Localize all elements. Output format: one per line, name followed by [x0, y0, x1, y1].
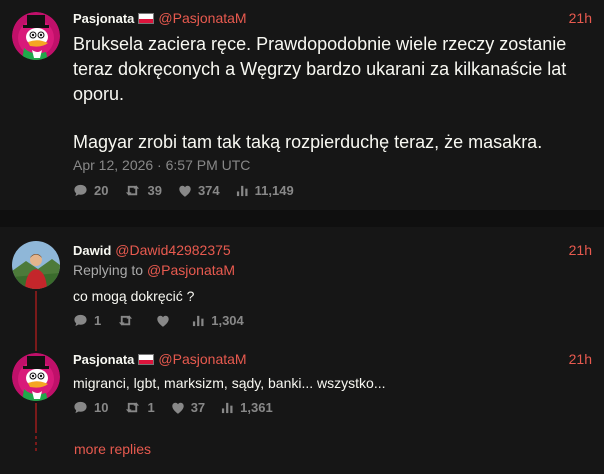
- tweet-text-line: oporu.: [73, 84, 125, 104]
- thread-line: [35, 341, 37, 351]
- views-icon: [192, 314, 205, 327]
- tweet-content: co mogą dokręcić ?: [73, 288, 195, 304]
- tweet-content: Bruksela zaciera ręce. Prawdopodobnie wi…: [73, 32, 590, 155]
- heart-icon: [156, 314, 170, 328]
- tweet-stats: 10 1 37 1,361: [73, 400, 289, 415]
- tweet-header: Dawid @Dawid42982375 21h: [73, 241, 592, 259]
- retweet-icon: [124, 183, 141, 198]
- heart-icon: [171, 401, 185, 415]
- fullname[interactable]: Pasjonata: [73, 11, 134, 26]
- reply-count[interactable]: 20: [73, 183, 108, 198]
- like-count[interactable]: [156, 314, 176, 328]
- replying-to: Replying to @PasjonataM: [73, 262, 236, 278]
- comment-icon: [73, 313, 88, 328]
- like-count[interactable]: 37: [171, 400, 205, 415]
- tweet-stats: 20 39 374 11,149: [73, 183, 310, 198]
- thread-line: [35, 291, 37, 341]
- view-count[interactable]: 1,361: [221, 400, 273, 415]
- username[interactable]: @Dawid42982375: [115, 242, 230, 258]
- tweet-text-line: teraz dokręconych a Węgrzy bardzo ukaran…: [73, 59, 567, 79]
- view-count[interactable]: 1,304: [192, 313, 244, 328]
- views-icon: [236, 184, 249, 197]
- poland-flag-icon: [138, 354, 155, 365]
- tweet-date[interactable]: Apr 12, 2026 · 6:57 PM UTC: [73, 157, 250, 173]
- poland-flag-icon: [138, 13, 155, 24]
- reply-count[interactable]: 1: [73, 313, 101, 328]
- thread-dots: [35, 436, 37, 452]
- retweet-icon: [124, 400, 141, 415]
- tweet-text-line: Bruksela zaciera ręce. Prawdopodobnie wi…: [73, 34, 567, 54]
- tweet-content: migranci, lgbt, marksizm, sądy, banki...…: [73, 375, 386, 391]
- comment-icon: [73, 183, 88, 198]
- retweet-count[interactable]: 39: [124, 183, 162, 198]
- more-replies-link[interactable]: more replies: [74, 441, 151, 457]
- heart-icon: [178, 184, 192, 198]
- avatar[interactable]: [12, 241, 60, 289]
- like-count[interactable]: 374: [178, 183, 220, 198]
- tweet-time[interactable]: 21h: [569, 350, 592, 368]
- thread-line: [35, 403, 37, 433]
- tweet-text-line: Magyar zrobi tam tak taką rozpierduchę t…: [73, 132, 543, 152]
- avatar[interactable]: [12, 12, 60, 60]
- retweet-icon: [117, 313, 134, 328]
- tweet-header: Pasjonata @PasjonataM 21h: [73, 9, 592, 27]
- retweet-count[interactable]: [117, 313, 140, 328]
- username[interactable]: @PasjonataM: [158, 10, 246, 26]
- username[interactable]: @PasjonataM: [158, 351, 246, 367]
- replying-to-link[interactable]: @PasjonataM: [147, 262, 235, 278]
- fullname[interactable]: Pasjonata: [73, 352, 134, 367]
- comment-icon: [73, 400, 88, 415]
- tweet-time[interactable]: 21h: [569, 241, 592, 259]
- views-icon: [221, 401, 234, 414]
- retweet-count[interactable]: 1: [124, 400, 155, 415]
- tweet-header: Pasjonata @PasjonataM 21h: [73, 350, 592, 368]
- reply-count[interactable]: 10: [73, 400, 108, 415]
- tweet-time[interactable]: 21h: [569, 9, 592, 27]
- reply-tweet[interactable]: Dawid @Dawid42982375 21h Replying to @Pas…: [0, 227, 604, 341]
- fullname[interactable]: Dawid: [73, 243, 111, 258]
- tweet-stats: 1 1,304: [73, 313, 260, 328]
- view-count[interactable]: 11,149: [236, 183, 294, 198]
- avatar[interactable]: [12, 353, 60, 401]
- main-tweet[interactable]: Pasjonata @PasjonataM 21h Bruksela zacier…: [0, 0, 604, 210]
